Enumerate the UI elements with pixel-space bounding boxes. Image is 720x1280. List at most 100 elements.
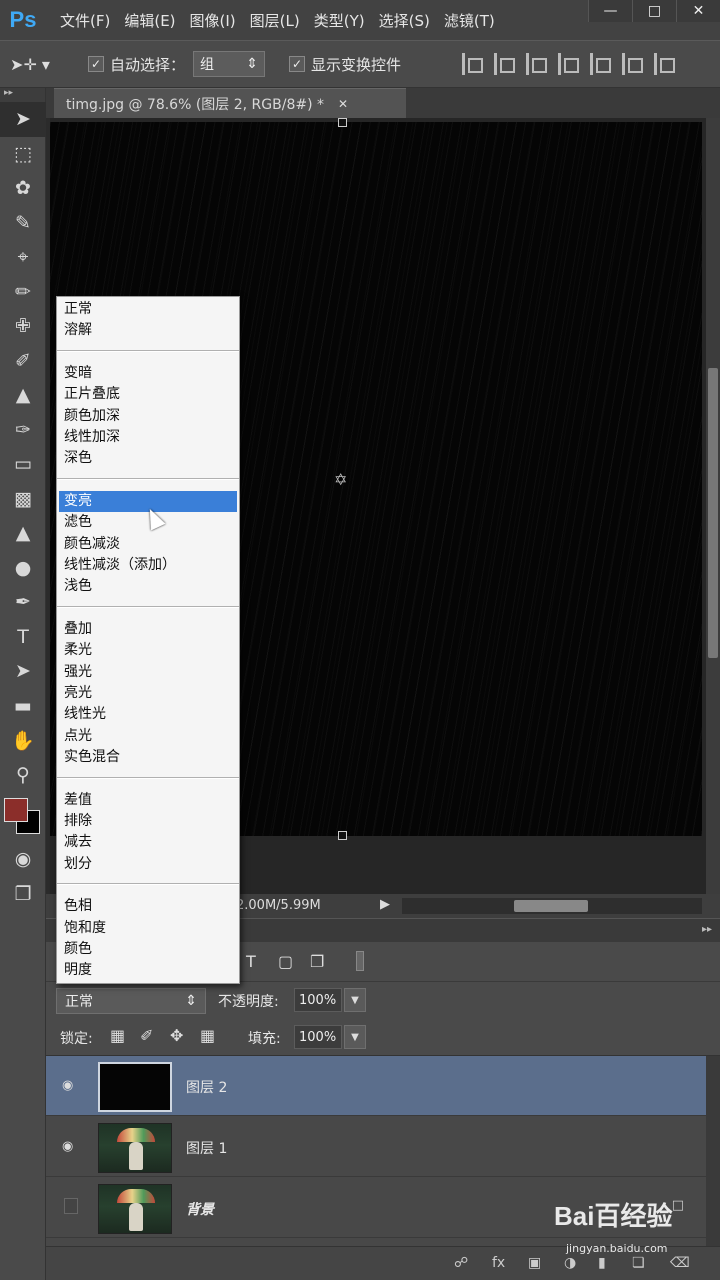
blend-mode-option[interactable]: 线性加深 <box>59 427 237 448</box>
hand-tool-icon[interactable]: ✋ <box>0 723 46 758</box>
lock-transparent-icon[interactable]: ▦ <box>110 1026 125 1045</box>
filter-smart-object-icon[interactable]: ❐ <box>310 952 324 971</box>
close-icon[interactable]: ✕ <box>338 97 348 111</box>
menu-file[interactable]: 文件(F) <box>60 10 110 31</box>
align-right-icon[interactable] <box>622 53 643 75</box>
path-select-tool-icon[interactable]: ➤ <box>0 654 46 689</box>
menu-image[interactable]: 图像(I) <box>190 10 236 31</box>
blend-mode-option[interactable]: 溶解 <box>59 320 237 341</box>
distribute-icon[interactable] <box>654 53 675 75</box>
menu-layer[interactable]: 图层(L) <box>250 10 300 31</box>
visibility-toggle[interactable] <box>64 1198 78 1214</box>
blend-mode-option[interactable]: 线性光 <box>59 704 237 725</box>
lock-all-icon[interactable]: ▦ <box>200 1026 215 1045</box>
auto-select-dropdown[interactable]: 组 ⇕ <box>193 51 266 77</box>
blend-mode-option[interactable]: 划分 <box>59 854 237 875</box>
vertical-scrollbar[interactable] <box>706 118 720 894</box>
align-vcenter-icon[interactable] <box>494 53 515 75</box>
fill-field[interactable]: 100% <box>294 1025 342 1049</box>
blend-mode-option[interactable]: 饱和度 <box>59 918 237 939</box>
transform-handle-bottom[interactable] <box>338 831 347 840</box>
align-top-icon[interactable] <box>462 53 483 75</box>
lock-pixels-icon[interactable]: ✐ <box>140 1026 153 1045</box>
menu-select[interactable]: 选择(S) <box>379 10 430 31</box>
blend-mode-option[interactable]: 差值 <box>59 790 237 811</box>
blend-mode-option[interactable]: 叠加 <box>59 619 237 640</box>
marquee-tool-icon[interactable]: ⬚ <box>0 137 46 172</box>
blend-mode-option[interactable]: 线性减淡（添加） <box>59 555 237 576</box>
screen-mode-icon[interactable]: ❐ <box>0 877 46 912</box>
lock-position-icon[interactable]: ✥ <box>170 1026 183 1045</box>
filter-shape-icon[interactable]: ▢ <box>278 952 293 971</box>
align-bottom-icon[interactable] <box>526 53 547 75</box>
blend-mode-option[interactable]: 排除 <box>59 811 237 832</box>
blend-mode-option[interactable]: 实色混合 <box>59 747 237 768</box>
scroll-thumb[interactable] <box>514 900 588 912</box>
move-tool-icon[interactable]: ➤ <box>0 102 46 137</box>
eyedropper-tool-icon[interactable]: ✏ <box>0 275 46 310</box>
blur-tool-icon[interactable]: ▲ <box>0 516 46 551</box>
mask-icon[interactable]: ▣ <box>528 1255 541 1271</box>
quick-mask-icon[interactable]: ◉ <box>0 842 46 877</box>
layer-row-2[interactable]: ◉ 图层 2 <box>46 1056 706 1116</box>
eye-icon[interactable]: ◉ <box>62 1078 80 1093</box>
blend-mode-option[interactable]: 颜色 <box>59 939 237 960</box>
auto-select-checkbox[interactable]: ✓ <box>88 56 104 72</box>
opacity-field[interactable]: 100% <box>294 988 342 1012</box>
eraser-tool-icon[interactable]: ▭ <box>0 447 46 482</box>
stamp-tool-icon[interactable]: ▲ <box>0 378 46 413</box>
filter-type-icon[interactable]: T <box>246 952 256 971</box>
blend-mode-option[interactable]: 变暗 <box>59 363 237 384</box>
blend-mode-option[interactable]: 明度 <box>59 960 237 981</box>
blend-mode-option[interactable]: 正常 <box>59 299 237 320</box>
shape-tool-icon[interactable]: ▬ <box>0 689 46 724</box>
zoom-tool-icon[interactable]: ⚲ <box>0 758 46 793</box>
opacity-dropdown-icon[interactable]: ▼ <box>344 988 366 1012</box>
gradient-tool-icon[interactable]: ▩ <box>0 482 46 517</box>
layer-row-1[interactable]: ◉ 图层 1 <box>46 1117 706 1177</box>
dodge-tool-icon[interactable]: ● <box>0 551 46 586</box>
blend-mode-option[interactable]: 色相 <box>59 896 237 917</box>
maximize-button[interactable]: □ <box>632 0 676 22</box>
horizontal-scrollbar[interactable] <box>402 898 702 914</box>
menu-type[interactable]: 类型(Y) <box>314 10 365 31</box>
move-tool-icon[interactable]: ➤✛ ▾ <box>0 55 60 74</box>
status-menu-arrow-icon[interactable]: ▶ <box>380 897 390 912</box>
blend-mode-option[interactable]: 浅色 <box>59 576 237 597</box>
collapse-icon[interactable]: ▸▸ <box>0 88 45 102</box>
blend-mode-option[interactable]: 点光 <box>59 726 237 747</box>
align-left-icon[interactable] <box>558 53 579 75</box>
brush-tool-icon[interactable]: ✐ <box>0 344 46 379</box>
transform-center-icon[interactable]: ✡ <box>334 470 347 489</box>
foreground-color-swatch[interactable] <box>4 798 28 822</box>
close-window-button[interactable]: ✕ <box>676 0 720 22</box>
blend-mode-option[interactable]: 正片叠底 <box>59 384 237 405</box>
show-transform-checkbox[interactable]: ✓ <box>289 56 306 72</box>
scroll-thumb[interactable] <box>708 368 718 658</box>
blend-mode-option[interactable]: 亮光 <box>59 683 237 704</box>
minimize-button[interactable]: — <box>588 0 632 22</box>
menu-edit[interactable]: 编辑(E) <box>124 10 175 31</box>
lasso-tool-icon[interactable]: ✿ <box>0 171 46 206</box>
pen-tool-icon[interactable]: ✒ <box>0 585 46 620</box>
blend-mode-option[interactable]: 柔光 <box>59 640 237 661</box>
fx-icon[interactable]: fx <box>492 1255 505 1271</box>
type-tool-icon[interactable]: T <box>0 620 46 655</box>
filter-toggle[interactable] <box>356 951 364 971</box>
fill-dropdown-icon[interactable]: ▼ <box>344 1025 366 1049</box>
link-icon[interactable]: ☍ <box>454 1255 468 1271</box>
blend-mode-option[interactable]: 颜色加深 <box>59 406 237 427</box>
healing-tool-icon[interactable]: ✙ <box>0 309 46 344</box>
document-tab[interactable]: timg.jpg @ 78.6% (图层 2, RGB/8#) * ✕ <box>54 88 406 118</box>
blend-mode-option[interactable]: 深色 <box>59 448 237 469</box>
quick-select-tool-icon[interactable]: ✎ <box>0 206 46 241</box>
blend-mode-select[interactable]: 正常 ⇕ <box>56 988 206 1014</box>
menu-filter[interactable]: 滤镜(T) <box>444 10 495 31</box>
blend-mode-option[interactable]: 颜色减淡 <box>59 534 237 555</box>
collapse-icon[interactable]: ▸▸ <box>702 924 712 935</box>
eye-icon[interactable]: ◉ <box>62 1139 80 1154</box>
crop-tool-icon[interactable]: ⌖ <box>0 240 46 275</box>
blend-mode-option[interactable]: 强光 <box>59 662 237 683</box>
blend-mode-option[interactable]: 减去 <box>59 832 237 853</box>
align-hcenter-icon[interactable] <box>590 53 611 75</box>
